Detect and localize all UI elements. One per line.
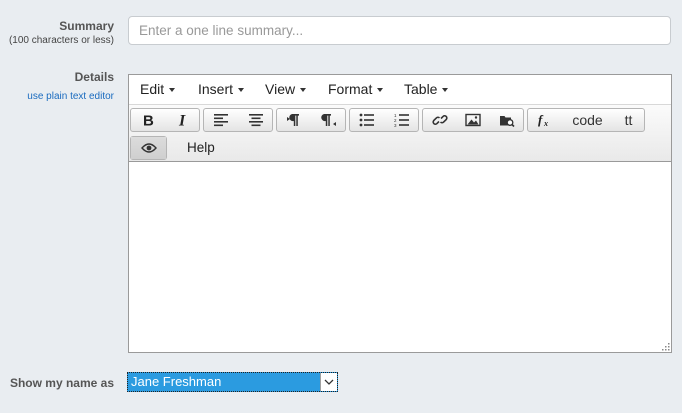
numbered-list-button[interactable]: 123 bbox=[384, 109, 418, 131]
bullet-list-icon bbox=[359, 113, 374, 127]
direction-group bbox=[276, 108, 346, 132]
ltr-paragraph-icon bbox=[287, 114, 299, 126]
numbered-list-icon: 123 bbox=[394, 113, 409, 127]
preview-button[interactable] bbox=[131, 137, 166, 159]
code-button[interactable]: code bbox=[562, 109, 612, 131]
summary-label: Summary bbox=[59, 19, 114, 33]
svg-text:I: I bbox=[178, 113, 186, 127]
image-button[interactable] bbox=[456, 109, 489, 131]
rich-text-editor: Edit Insert View Format Table B I 1 2 3 … bbox=[128, 74, 672, 353]
menu-table[interactable]: Table bbox=[404, 75, 449, 104]
caret-down-icon bbox=[238, 88, 245, 93]
align-center-icon bbox=[248, 114, 263, 127]
chevron-down-icon[interactable] bbox=[320, 373, 337, 391]
menu-edit[interactable]: Edit bbox=[140, 75, 176, 104]
formula-button[interactable]: fx bbox=[528, 109, 562, 131]
insert-group bbox=[422, 108, 524, 132]
preview-eye-icon bbox=[140, 143, 157, 153]
code-group: fx code tt bbox=[527, 108, 645, 132]
bullet-list-button[interactable] bbox=[350, 109, 384, 131]
editor-menubar: Edit Insert View Format Table bbox=[129, 75, 671, 104]
menu-view[interactable]: View bbox=[265, 75, 307, 104]
image-icon bbox=[465, 113, 482, 127]
caret-down-icon bbox=[300, 88, 307, 93]
menu-insert[interactable]: Insert bbox=[198, 75, 245, 104]
rtl-button[interactable] bbox=[311, 109, 345, 131]
help-button[interactable]: Help bbox=[187, 136, 215, 160]
ltr-button[interactable] bbox=[277, 109, 311, 131]
details-label: Details bbox=[74, 70, 114, 84]
align-left-button[interactable] bbox=[204, 109, 238, 131]
summary-sublabel: (100 characters or less) bbox=[8, 35, 114, 46]
link-button[interactable] bbox=[423, 109, 456, 131]
bold-button[interactable]: B bbox=[131, 109, 165, 131]
bold-icon: B bbox=[143, 113, 154, 127]
media-browse-button[interactable] bbox=[490, 109, 523, 131]
link-icon bbox=[432, 115, 448, 125]
tt-button[interactable]: tt bbox=[612, 109, 644, 131]
caret-down-icon bbox=[377, 88, 384, 93]
show-name-select[interactable]: Jane Freshman bbox=[127, 372, 338, 392]
list-group: 123 bbox=[349, 108, 419, 132]
align-left-icon bbox=[214, 114, 228, 127]
show-name-selected-value: Jane Freshman bbox=[131, 374, 222, 389]
media-browse-icon bbox=[499, 115, 515, 127]
show-name-label: Show my name as bbox=[9, 376, 114, 390]
align-center-button[interactable] bbox=[238, 109, 272, 131]
summary-input[interactable] bbox=[128, 16, 671, 45]
editor-content-area[interactable] bbox=[129, 162, 671, 352]
svg-text:x: x bbox=[543, 119, 548, 127]
format-group: B I bbox=[130, 108, 200, 132]
menu-format[interactable]: Format bbox=[328, 75, 384, 104]
svg-text:3: 3 bbox=[394, 123, 397, 127]
resize-handle-icon[interactable] bbox=[660, 341, 670, 351]
editor-toolbar: B I 123 f x code tt Help bbox=[129, 104, 671, 162]
italic-button[interactable]: I bbox=[165, 109, 199, 131]
caret-down-icon bbox=[442, 88, 449, 93]
preview-group bbox=[130, 136, 167, 160]
formula-icon: fx bbox=[538, 113, 548, 127]
plain-text-editor-link[interactable]: use plain text editor bbox=[27, 91, 114, 102]
italic-icon: I bbox=[178, 113, 186, 127]
svg-text:B: B bbox=[143, 113, 154, 127]
rtl-paragraph-icon bbox=[320, 114, 336, 126]
caret-down-icon bbox=[169, 88, 176, 93]
align-group bbox=[203, 108, 273, 132]
